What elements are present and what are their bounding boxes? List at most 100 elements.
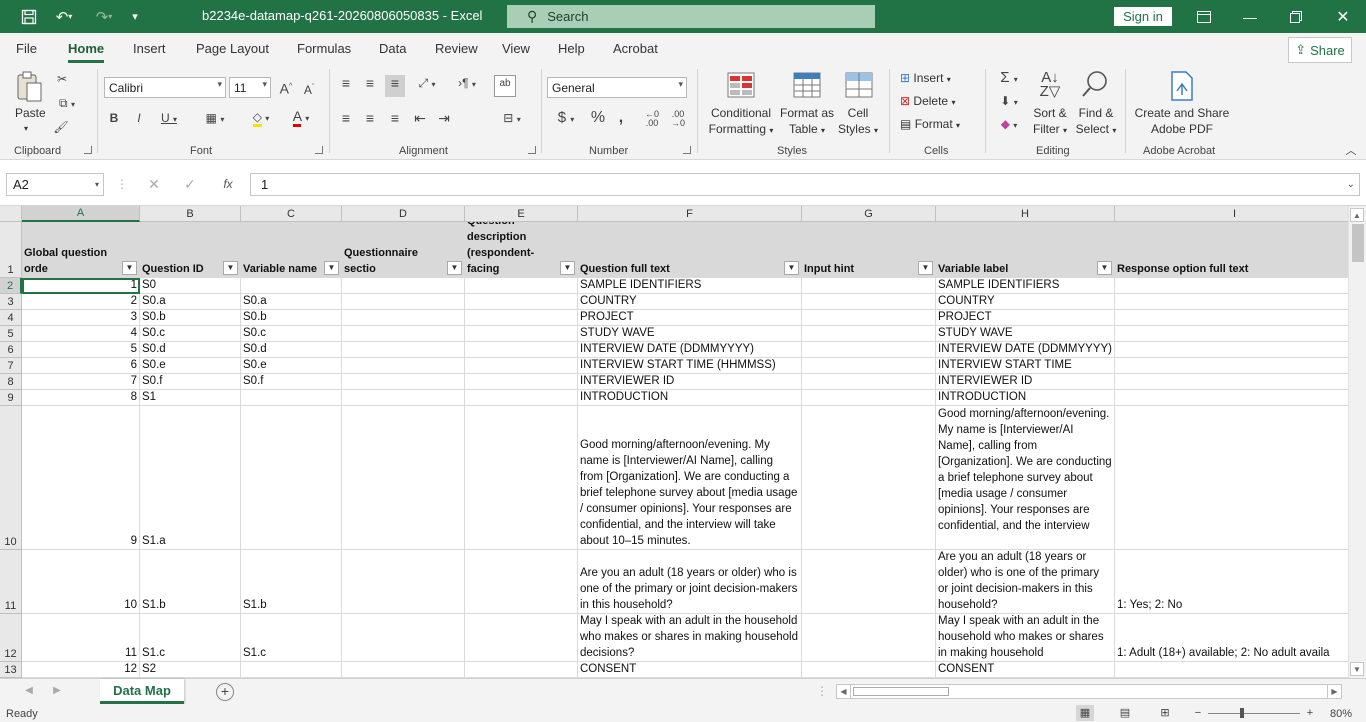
search-box[interactable]: ⚲ Search bbox=[507, 5, 875, 28]
filter-dropdown-icon[interactable]: ▼ bbox=[122, 261, 137, 275]
find-select-icon[interactable] bbox=[1080, 69, 1110, 101]
table-cell[interactable]: S2 bbox=[140, 662, 241, 678]
table-cell[interactable] bbox=[465, 550, 578, 614]
conditional-formatting-icon[interactable] bbox=[725, 71, 757, 103]
table-cell[interactable] bbox=[1115, 662, 1355, 678]
column-header-a[interactable]: A bbox=[22, 206, 140, 222]
row-header[interactable]: 2 bbox=[0, 278, 22, 294]
header-cell-f[interactable]: Question full text ▼ bbox=[578, 222, 802, 278]
column-header-c[interactable]: C bbox=[241, 206, 342, 222]
table-cell[interactable] bbox=[1115, 294, 1355, 310]
table-cell[interactable] bbox=[465, 326, 578, 342]
table-cell[interactable]: 9 bbox=[22, 406, 140, 550]
expand-formula-bar-icon[interactable]: ⌄ bbox=[1347, 179, 1355, 190]
scroll-right-icon[interactable]: ▶ bbox=[1327, 685, 1341, 698]
table-cell[interactable]: S0.c bbox=[241, 326, 342, 342]
table-cell[interactable]: Are you an adult (18 years or older) who… bbox=[578, 550, 802, 614]
scroll-sheet-right-icon[interactable]: ▶ bbox=[52, 683, 62, 699]
paste-button[interactable]: Paste bbox=[15, 105, 46, 121]
paste-dropdown-icon[interactable]: ▾ bbox=[24, 121, 28, 137]
decrease-indent-icon[interactable]: ⇤ bbox=[411, 110, 429, 126]
font-color-icon[interactable]: A ▾ bbox=[284, 108, 318, 127]
table-cell[interactable]: S0.b bbox=[241, 310, 342, 326]
table-cell[interactable] bbox=[241, 406, 342, 550]
row-header[interactable]: 8 bbox=[0, 374, 22, 390]
percent-icon[interactable]: % bbox=[588, 110, 608, 126]
table-cell[interactable] bbox=[465, 374, 578, 390]
table-cell[interactable] bbox=[465, 310, 578, 326]
zoom-in-icon[interactable]: + bbox=[1304, 705, 1316, 721]
row-header[interactable]: 13 bbox=[0, 662, 22, 678]
header-cell-i[interactable]: Response option full text bbox=[1115, 222, 1355, 278]
table-cell[interactable] bbox=[1115, 358, 1355, 374]
tab-formulas[interactable]: Formulas bbox=[297, 41, 351, 56]
worksheet-grid[interactable]: A B C D E F G H I 1 Global question orde ▼ Question … bbox=[0, 206, 1366, 678]
scroll-left-icon[interactable]: ◀ bbox=[837, 685, 851, 698]
adobe-pdf-icon[interactable] bbox=[1168, 71, 1196, 103]
column-header-e[interactable]: E bbox=[465, 206, 578, 222]
header-cell-a[interactable]: Global question orde ▼ bbox=[22, 222, 140, 278]
zoom-level[interactable]: 80% bbox=[1330, 708, 1352, 720]
fill-color-icon[interactable]: ◇ ▾ bbox=[244, 109, 278, 127]
italic-icon[interactable]: I bbox=[131, 110, 147, 126]
table-cell[interactable]: INTERVIEW DATE (DDMMYYYY) bbox=[936, 342, 1115, 358]
table-cell[interactable]: INTERVIEWER ID bbox=[936, 374, 1115, 390]
collapse-ribbon-icon[interactable]: ︿ bbox=[1344, 143, 1358, 159]
create-share-pdf-button[interactable]: Create and Share Adobe PDF bbox=[1134, 105, 1230, 137]
table-cell[interactable]: May I speak with an adult in the househo… bbox=[936, 614, 1115, 662]
column-header-b[interactable]: B bbox=[140, 206, 241, 222]
table-cell[interactable] bbox=[1115, 278, 1355, 294]
table-cell[interactable] bbox=[342, 614, 465, 662]
table-cell[interactable]: 8 bbox=[22, 390, 140, 406]
table-cell[interactable]: S0.a bbox=[241, 294, 342, 310]
table-cell[interactable] bbox=[465, 406, 578, 550]
filter-dropdown-icon[interactable]: ▼ bbox=[784, 261, 799, 275]
confirm-entry-icon[interactable]: ✓ bbox=[182, 176, 198, 192]
filter-dropdown-icon[interactable]: ▼ bbox=[324, 261, 339, 275]
filter-dropdown-icon[interactable]: ▼ bbox=[560, 261, 575, 275]
column-header-f[interactable]: F bbox=[578, 206, 802, 222]
column-header-h[interactable]: H bbox=[936, 206, 1115, 222]
align-middle-icon[interactable]: ≡ bbox=[362, 75, 378, 91]
table-cell[interactable] bbox=[465, 342, 578, 358]
table-cell[interactable] bbox=[465, 294, 578, 310]
header-cell-c[interactable]: Variable name ▼ bbox=[241, 222, 342, 278]
decrease-font-size-icon[interactable]: Aˇ bbox=[300, 80, 318, 98]
table-cell[interactable]: S1.b bbox=[140, 550, 241, 614]
borders-icon[interactable]: ▦ ▾ bbox=[198, 110, 232, 128]
table-cell[interactable]: S0.d bbox=[140, 342, 241, 358]
table-cell[interactable] bbox=[802, 390, 936, 406]
filter-dropdown-icon[interactable]: ▼ bbox=[447, 261, 462, 275]
table-cell[interactable]: May I speak with an adult in the househo… bbox=[578, 614, 802, 662]
zoom-slider[interactable] bbox=[1208, 713, 1300, 714]
table-cell[interactable] bbox=[802, 406, 936, 550]
table-cell[interactable]: S1.b bbox=[241, 550, 342, 614]
row-header[interactable]: 10 bbox=[0, 406, 22, 550]
redo-icon[interactable]: ↷ ▾ bbox=[86, 0, 122, 33]
customize-quick-access-icon[interactable]: ▾ bbox=[124, 0, 146, 33]
table-cell[interactable]: INTRODUCTION bbox=[936, 390, 1115, 406]
table-cell[interactable] bbox=[342, 374, 465, 390]
table-cell[interactable]: SAMPLE IDENTIFIERS bbox=[936, 278, 1115, 294]
filter-dropdown-icon[interactable]: ▼ bbox=[918, 261, 933, 275]
table-cell[interactable]: 1: Yes; 2: No bbox=[1115, 550, 1355, 614]
table-cell[interactable] bbox=[342, 390, 465, 406]
alignment-launcher-icon[interactable] bbox=[528, 146, 536, 154]
table-cell[interactable]: COUNTRY bbox=[578, 294, 802, 310]
table-cell[interactable]: INTERVIEW DATE (DDMMYYYY) bbox=[578, 342, 802, 358]
copy-icon[interactable]: ⧉ ▾ bbox=[52, 95, 82, 113]
table-cell[interactable]: 4 bbox=[22, 326, 140, 342]
number-launcher-icon[interactable] bbox=[683, 146, 691, 154]
paragraph-direction-icon[interactable]: ›¶ ▾ bbox=[450, 75, 484, 93]
find-select-button[interactable]: Find & Select ▾ bbox=[1073, 105, 1119, 139]
increase-font-size-icon[interactable]: A^ bbox=[276, 79, 296, 97]
table-cell[interactable]: S0.a bbox=[140, 294, 241, 310]
table-cell[interactable] bbox=[241, 662, 342, 678]
table-cell[interactable]: STUDY WAVE bbox=[578, 326, 802, 342]
format-as-table-button[interactable]: Format as Table ▾ bbox=[778, 105, 836, 139]
tab-data[interactable]: Data bbox=[379, 41, 406, 56]
sort-filter-icon[interactable]: A↓ Z▽ bbox=[1034, 70, 1066, 99]
cut-icon[interactable]: ✂ bbox=[54, 71, 70, 87]
tab-home[interactable]: Home bbox=[68, 41, 105, 63]
table-cell[interactable]: 3 bbox=[22, 310, 140, 326]
